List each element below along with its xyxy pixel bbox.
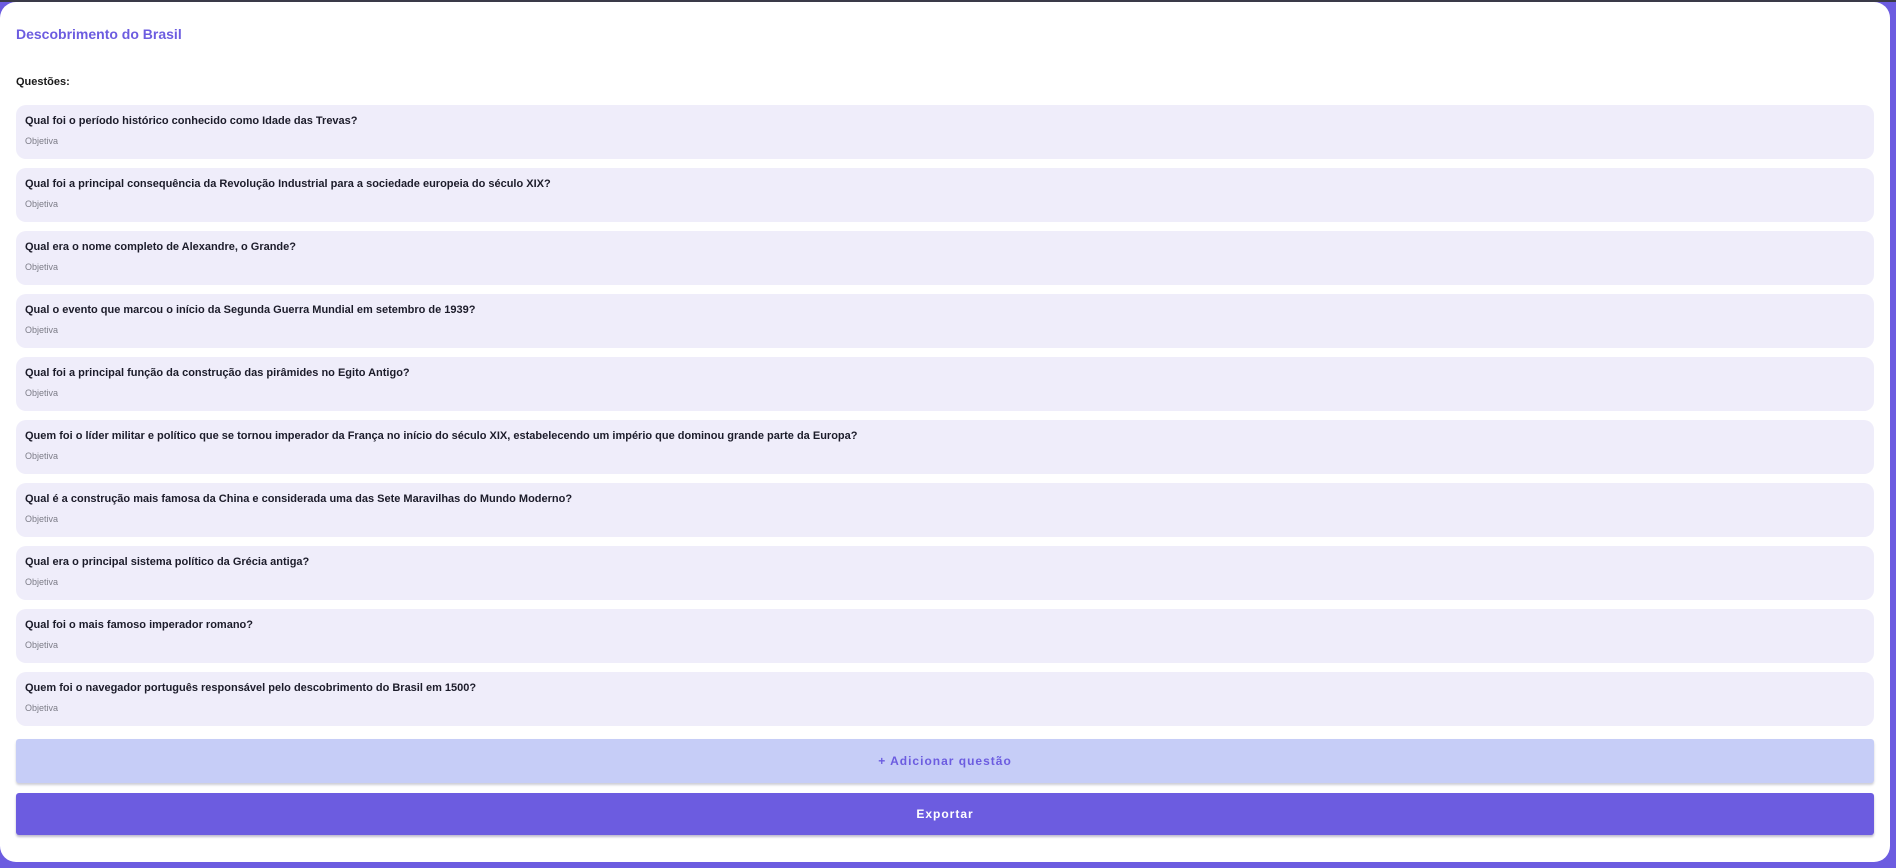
question-type: Objetiva [25, 514, 59, 524]
question-text: Qual foi a principal consequência da Rev… [25, 178, 551, 190]
add-question-button[interactable]: + Adicionar questão [16, 739, 1874, 783]
question-item[interactable]: Quem foi o navegador português responsáv… [16, 672, 1874, 726]
question-type: Objetiva [25, 199, 59, 209]
question-item[interactable]: Qual foi a principal função da construçã… [16, 357, 1874, 411]
export-button[interactable]: Exportar [16, 793, 1874, 835]
questions-label: Questões: [16, 76, 70, 88]
question-type: Objetiva [25, 640, 59, 650]
quiz-card: Descobrimento do Brasil Questões: Qual f… [0, 2, 1890, 862]
question-item[interactable]: Qual era o principal sistema político da… [16, 546, 1874, 600]
question-type: Objetiva [25, 451, 59, 461]
question-item[interactable]: Qual foi a principal consequência da Rev… [16, 168, 1874, 222]
question-type: Objetiva [25, 703, 59, 713]
question-type: Objetiva [25, 136, 59, 146]
question-item[interactable]: Qual foi o período histórico conhecido c… [16, 105, 1874, 159]
question-text: Qual o evento que marcou o início da Seg… [25, 304, 476, 316]
question-item[interactable]: Qual é a construção mais famosa da China… [16, 483, 1874, 537]
question-item[interactable]: Qual era o nome completo de Alexandre, o… [16, 231, 1874, 285]
question-type: Objetiva [25, 388, 59, 398]
question-text: Qual foi o período histórico conhecido c… [25, 115, 358, 127]
quiz-title: Descobrimento do Brasil [16, 26, 182, 42]
question-text: Qual era o principal sistema político da… [25, 556, 310, 568]
question-text: Qual foi o mais famoso imperador romano? [25, 619, 253, 631]
question-text: Qual era o nome completo de Alexandre, o… [25, 241, 296, 253]
question-type: Objetiva [25, 262, 59, 272]
question-text: Quem foi o líder militar e político que … [25, 430, 858, 442]
question-text: Qual é a construção mais famosa da China… [25, 493, 573, 505]
question-text: Qual foi a principal função da construçã… [25, 367, 410, 379]
question-item[interactable]: Qual foi o mais famoso imperador romano?… [16, 609, 1874, 663]
question-text: Quem foi o navegador português responsáv… [25, 682, 477, 694]
question-type: Objetiva [25, 325, 59, 335]
question-list: Qual foi o período histórico conhecido c… [16, 105, 1874, 735]
question-item[interactable]: Quem foi o líder militar e político que … [16, 420, 1874, 474]
question-item[interactable]: Qual o evento que marcou o início da Seg… [16, 294, 1874, 348]
question-type: Objetiva [25, 577, 59, 587]
